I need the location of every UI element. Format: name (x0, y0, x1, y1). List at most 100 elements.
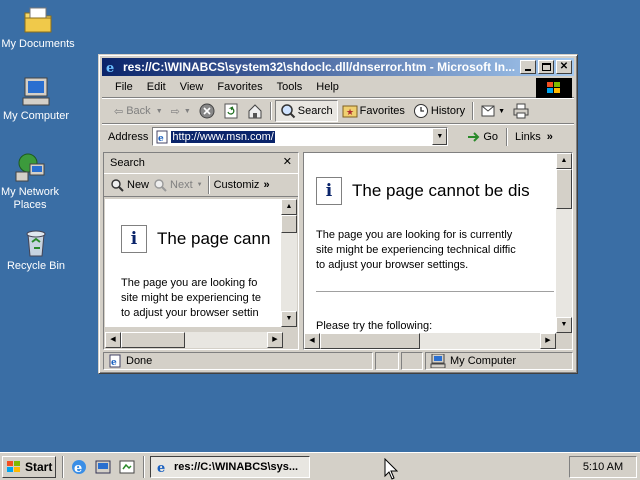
next-search-button[interactable]: Next ▼ (151, 174, 205, 196)
history-button[interactable]: History (409, 100, 469, 122)
chevron-right-icon: ▶ (272, 336, 278, 343)
search-pane-close-button[interactable]: ✕ (283, 155, 292, 168)
minimize-button[interactable] (520, 60, 536, 74)
refresh-button[interactable] (219, 100, 243, 122)
address-url: http://www.msn.com/ (171, 130, 275, 143)
menu-edit[interactable]: Edit (140, 81, 173, 93)
scroll-down-button[interactable]: ▼ (281, 311, 297, 327)
status-text: Done (126, 355, 153, 367)
taskbar-separator (62, 455, 64, 478)
divider (316, 291, 554, 293)
scroll-thumb[interactable] (281, 215, 297, 233)
home-button[interactable] (243, 100, 267, 122)
address-input[interactable]: e http://www.msn.com/ ▼ (152, 127, 449, 146)
taskbar: Start e e res://C:\WINABCS\sys... 5:10 A… (0, 452, 640, 480)
main-horizontal-scrollbar[interactable]: ◀ ▶ (304, 333, 556, 349)
quicklaunch-ie-icon[interactable]: e (70, 458, 88, 476)
quicklaunch-outlook-icon[interactable] (94, 458, 112, 476)
scroll-thumb[interactable] (556, 169, 572, 209)
links-button[interactable]: Links » (511, 126, 557, 148)
search-pane-toolbar: New Next ▼ Customiz » (104, 173, 298, 197)
new-search-button[interactable]: New (108, 174, 151, 196)
title-bar[interactable]: e res://C:\WINABCS\system32\shdoclc.dll/… (102, 58, 574, 76)
go-button[interactable]: Go (462, 126, 502, 148)
error-heading-row: i The page cannot be dis (316, 177, 530, 205)
close-icon: ✕ (559, 61, 569, 72)
close-button[interactable]: ✕ (556, 60, 572, 74)
scroll-thumb[interactable] (320, 333, 420, 349)
scroll-down-button[interactable]: ▼ (556, 317, 572, 333)
scroll-up-button[interactable]: ▲ (281, 199, 297, 215)
svg-text:e: e (111, 358, 117, 368)
menu-tools[interactable]: Tools (270, 81, 310, 93)
favorites-button[interactable]: ★ Favorites (338, 100, 409, 122)
desktop-icon-my-network-places[interactable]: My Network Places (0, 152, 68, 212)
taskbar-separator (143, 455, 145, 478)
start-label: Start (25, 459, 53, 474)
menu-file[interactable]: File (108, 81, 140, 93)
status-zone-cell: My Computer (425, 352, 573, 370)
back-button[interactable]: ⇦ Back ▼ (110, 100, 167, 122)
svg-text:e: e (74, 461, 82, 476)
search-pane: Search ✕ New Next ▼ Customiz » i The pag… (103, 152, 299, 350)
quicklaunch-show-desktop-icon[interactable] (118, 458, 136, 476)
desktop-icon-recycle-bin[interactable]: Recycle Bin (0, 226, 74, 273)
search-pane-header: Search ✕ (104, 153, 298, 173)
maximize-button[interactable] (538, 60, 554, 74)
error-text: The page you are looking for is currentl… (316, 228, 516, 273)
scroll-left-button[interactable]: ◀ (105, 332, 121, 348)
desktop-icon-my-computer[interactable]: My Computer (0, 76, 74, 123)
chevron-down-icon: ▼ (560, 321, 568, 328)
print-button[interactable] (509, 100, 533, 122)
scroll-right-button[interactable]: ▶ (540, 333, 556, 349)
error-text: The page you are looking fo site might b… (121, 276, 261, 321)
address-dropdown-button[interactable]: ▼ (432, 128, 448, 145)
chevron-up-icon: ▲ (285, 203, 293, 210)
search-pane-vertical-scrollbar[interactable]: ▲ ▼ (281, 199, 297, 327)
forward-button[interactable]: ⇨ ▼ (167, 100, 195, 122)
new-search-icon (111, 179, 124, 192)
mail-icon (481, 105, 495, 117)
chevron-down-icon: ▼ (183, 107, 191, 115)
start-button[interactable]: Start (2, 455, 56, 478)
scroll-right-button[interactable]: ▶ (267, 332, 283, 348)
scroll-up-button[interactable]: ▲ (556, 153, 572, 169)
svg-text:e: e (157, 461, 165, 474)
stop-button[interactable] (195, 100, 219, 122)
scroll-thumb[interactable] (121, 332, 185, 348)
menu-view[interactable]: View (173, 81, 211, 93)
toolbar-separator (506, 127, 509, 146)
search-label: Search (297, 105, 333, 117)
windows-logo (536, 78, 572, 98)
menu-bar: File Edit View Favorites Tools Help (102, 76, 574, 98)
try-following-text: Please try the following: (316, 320, 433, 332)
chevron-right-icon: ▶ (545, 337, 551, 344)
desktop-icon-my-documents[interactable]: My Documents (0, 4, 76, 51)
error-heading: The page cann (157, 229, 271, 248)
main-vertical-scrollbar[interactable]: ▲ ▼ (556, 153, 572, 333)
customize-button[interactable]: Customiz » (213, 174, 271, 196)
address-label: Address (108, 130, 149, 143)
page-icon: e (109, 354, 121, 368)
mail-button[interactable]: ▼ (477, 100, 509, 122)
scroll-left-button[interactable]: ◀ (304, 333, 320, 349)
windows-logo-icon (7, 460, 20, 472)
main-content-pane: i The page cannot be dis The page you ar… (303, 152, 573, 350)
standard-toolbar: ⇦ Back ▼ ⇨ ▼ Search ★ Favorites History (102, 98, 574, 124)
mouse-cursor-icon (384, 458, 398, 480)
chevron-left-icon: ◀ (110, 336, 116, 343)
scrollbar-corner (556, 333, 572, 349)
toolbar-separator (472, 102, 475, 120)
system-tray-clock[interactable]: 5:10 AM (569, 455, 637, 478)
printer-icon (513, 103, 529, 119)
menu-help[interactable]: Help (309, 81, 346, 93)
taskbar-button-browser[interactable]: e res://C:\WINABCS\sys... (150, 455, 310, 478)
search-pane-horizontal-scrollbar[interactable]: ◀ ▶ (105, 332, 283, 348)
menu-favorites[interactable]: Favorites (210, 81, 269, 93)
new-search-label: New (127, 179, 150, 191)
back-label: Back (126, 105, 151, 117)
desktop-icon-label: My Documents (1, 38, 75, 50)
network-icon (14, 152, 46, 184)
history-icon (413, 104, 428, 118)
search-button[interactable]: Search (274, 100, 338, 122)
